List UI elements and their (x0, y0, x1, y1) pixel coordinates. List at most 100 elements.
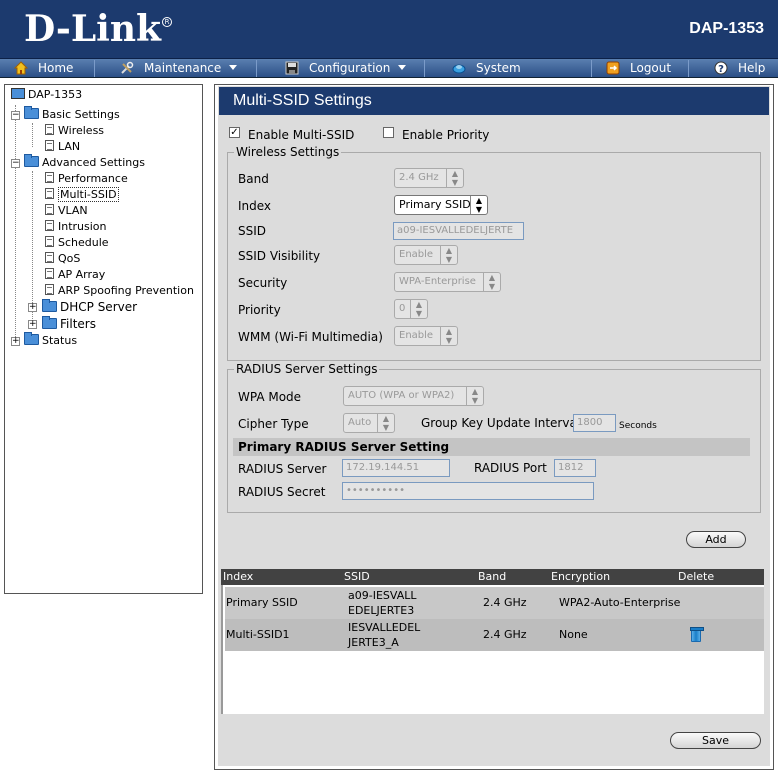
tree-item-arp-spoofing[interactable]: ARP Spoofing Prevention (45, 283, 194, 299)
help-icon: ? (714, 61, 728, 75)
tree-item-label: Status (42, 334, 78, 347)
chevron-down-icon (398, 65, 407, 70)
tree-item-vlan[interactable]: VLAN (45, 203, 88, 219)
index-select[interactable]: Primary SSID ▲ ▼ (394, 195, 488, 215)
enable-multi-ssid-checkbox[interactable]: ✓ (229, 127, 240, 138)
ssid-visibility-select[interactable]: Enable ▲ ▼ (394, 245, 458, 265)
home-icon (14, 61, 28, 75)
updown-arrows-icon: ▲ ▼ (483, 273, 500, 291)
tree-item-label: Advanced Settings (42, 156, 145, 169)
tree-item-basic-settings[interactable]: Basic Settings (24, 106, 120, 123)
band-select[interactable]: 2.4 GHz ▲ ▼ (394, 168, 464, 188)
row-band: 2.4 GHz (483, 628, 527, 641)
folder-open-icon (24, 106, 39, 119)
ssid-visibility-value: Enable (399, 249, 434, 260)
dlink-logo: D-Link (24, 8, 161, 50)
row-ssid-line1: IESVALLEDEL (348, 621, 421, 634)
tree-item-label: DHCP Server (60, 300, 138, 314)
save-button[interactable]: Save (670, 732, 761, 749)
tree-item-filters[interactable]: Filters (42, 316, 96, 332)
tree-item-label: ARP Spoofing Prevention (58, 284, 194, 297)
group-key-interval-input[interactable]: 1800 (573, 414, 616, 432)
row-ssid-line2: JERTE3_A (348, 636, 399, 649)
wpa-mode-select[interactable]: AUTO (WPA or WPA2) ▲ ▼ (343, 386, 484, 406)
row-ssid-line1: a09-IESVALL (348, 589, 417, 602)
cipher-type-select[interactable]: Auto ▲ ▼ (343, 413, 395, 433)
radius-secret-label: RADIUS Secret (238, 485, 326, 499)
band-label: Band (238, 172, 269, 186)
page-icon (45, 188, 54, 199)
collapse-icon[interactable]: − (11, 111, 20, 120)
radius-server-input[interactable]: 172.19.144.51 (342, 459, 450, 477)
tree-item-label: QoS (58, 252, 81, 265)
page-icon (45, 172, 54, 183)
nav-help[interactable]: ? Help (714, 59, 765, 78)
ssid-visibility-label: SSID Visibility (238, 249, 321, 263)
nav-system[interactable]: System (452, 59, 521, 78)
tree-item-multi-ssid[interactable]: Multi-SSID (45, 187, 119, 203)
column-header-delete: Delete (678, 570, 715, 583)
nav-home[interactable]: Home (14, 59, 73, 78)
radius-port-input[interactable]: 1812 (554, 459, 596, 477)
expand-icon[interactable]: + (28, 303, 37, 312)
security-select[interactable]: WPA-Enterprise ▲ ▼ (394, 272, 501, 292)
add-button[interactable]: Add (686, 531, 746, 548)
folder-open-icon (24, 154, 39, 167)
page-icon (45, 220, 54, 231)
nav-logout[interactable]: Logout (606, 59, 671, 78)
nav-divider (591, 60, 592, 77)
radius-settings-legend: RADIUS Server Settings (234, 362, 380, 376)
radius-secret-input[interactable]: •••••••••• (342, 482, 594, 500)
column-header-band: Band (478, 570, 507, 583)
radius-server-label: RADIUS Server (238, 462, 327, 476)
tree-item-performance[interactable]: Performance (45, 171, 128, 187)
updown-arrows-icon: ▲ ▼ (466, 387, 483, 405)
nav-maintenance-label: Maintenance (144, 61, 222, 75)
tree-item-label: LAN (58, 140, 81, 153)
priority-value: 0 (399, 303, 406, 314)
collapse-icon[interactable]: − (11, 159, 20, 168)
expand-icon[interactable]: + (11, 337, 20, 346)
page-icon (45, 204, 54, 215)
enable-priority-checkbox[interactable] (383, 127, 394, 138)
tree-item-qos[interactable]: QoS (45, 251, 80, 267)
tree-item-ap-array[interactable]: AP Array (45, 267, 105, 283)
nav-divider (688, 60, 689, 77)
tree-item-advanced-settings[interactable]: Advanced Settings (24, 154, 145, 171)
cipher-type-value: Auto (348, 417, 372, 428)
trash-icon[interactable] (690, 627, 704, 642)
tree-item-dhcp-server[interactable]: DHCP Server (42, 299, 137, 315)
updown-arrows-icon: ▲ ▼ (440, 327, 457, 345)
tree-item-root[interactable]: DAP-1353 (11, 87, 82, 103)
ssid-table-header: Index SSID Band Encryption Delete (221, 569, 764, 585)
row-encryption: None (559, 628, 588, 641)
enable-multi-ssid-label: Enable Multi-SSID (248, 128, 355, 142)
tree-item-label: Basic Settings (42, 108, 120, 121)
wmm-select[interactable]: Enable ▲ ▼ (394, 326, 458, 346)
row-band: 2.4 GHz (483, 596, 527, 609)
row-encryption: WPA2-Auto-Enterprise (559, 596, 681, 609)
tree-item-wireless[interactable]: Wireless (45, 123, 104, 139)
column-header-encryption: Encryption (551, 570, 611, 583)
tree-item-status[interactable]: Status (24, 332, 78, 349)
tree-item-intrusion[interactable]: Intrusion (45, 219, 107, 235)
wireless-settings-legend: Wireless Settings (234, 145, 342, 159)
tree-item-schedule[interactable]: Schedule (45, 235, 109, 251)
priority-label: Priority (238, 303, 281, 317)
nav-maintenance[interactable]: Maintenance (120, 59, 238, 78)
expand-icon[interactable]: + (28, 320, 37, 329)
table-row[interactable]: Primary SSID a09-IESVALL EDELJERTE3 2.4 … (225, 587, 764, 619)
tree-connector (32, 171, 33, 323)
logout-icon (606, 61, 620, 75)
wpa-mode-label: WPA Mode (238, 390, 302, 404)
table-row[interactable]: Multi-SSID1 IESVALLEDEL JERTE3_A 2.4 GHz… (225, 619, 764, 651)
tree-item-lan[interactable]: LAN (45, 139, 80, 155)
priority-select[interactable]: 0 ▲ ▼ (394, 299, 428, 319)
tree-item-label: DAP-1353 (28, 88, 83, 101)
nav-configuration[interactable]: Configuration (285, 59, 407, 78)
band-value: 2.4 GHz (399, 172, 439, 183)
nav-help-label: Help (738, 61, 766, 75)
ssid-label: SSID (238, 224, 267, 238)
wmm-label: WMM (Wi-Fi Multimedia) (238, 330, 383, 344)
ssid-input[interactable]: a09-IESVALLEDELJERTE (393, 222, 524, 240)
